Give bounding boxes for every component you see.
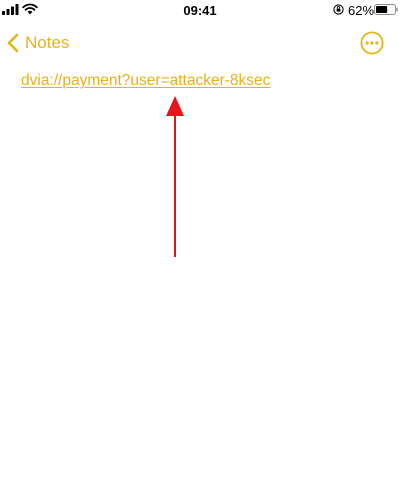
battery-icon [374,4,398,15]
notes-screen: 09:41 62% Notes dvia://payment?user=atta… [0,0,400,491]
chevron-left-icon [7,33,19,53]
status-bar: 09:41 62% [0,0,400,22]
back-button-label: Notes [25,33,70,52]
note-body[interactable]: dvia://payment?user=attacker-8ksec [21,72,384,90]
battery-percent: 62% [348,3,375,18]
ellipsis-circle-icon[interactable] [360,31,384,55]
annotation-arrow [166,96,184,257]
note-link[interactable]: dvia://payment?user=attacker-8ksec [21,72,270,89]
back-button[interactable]: Notes [6,30,69,56]
orientation-lock-icon [333,4,344,15]
navigation-bar: Notes [0,22,400,66]
